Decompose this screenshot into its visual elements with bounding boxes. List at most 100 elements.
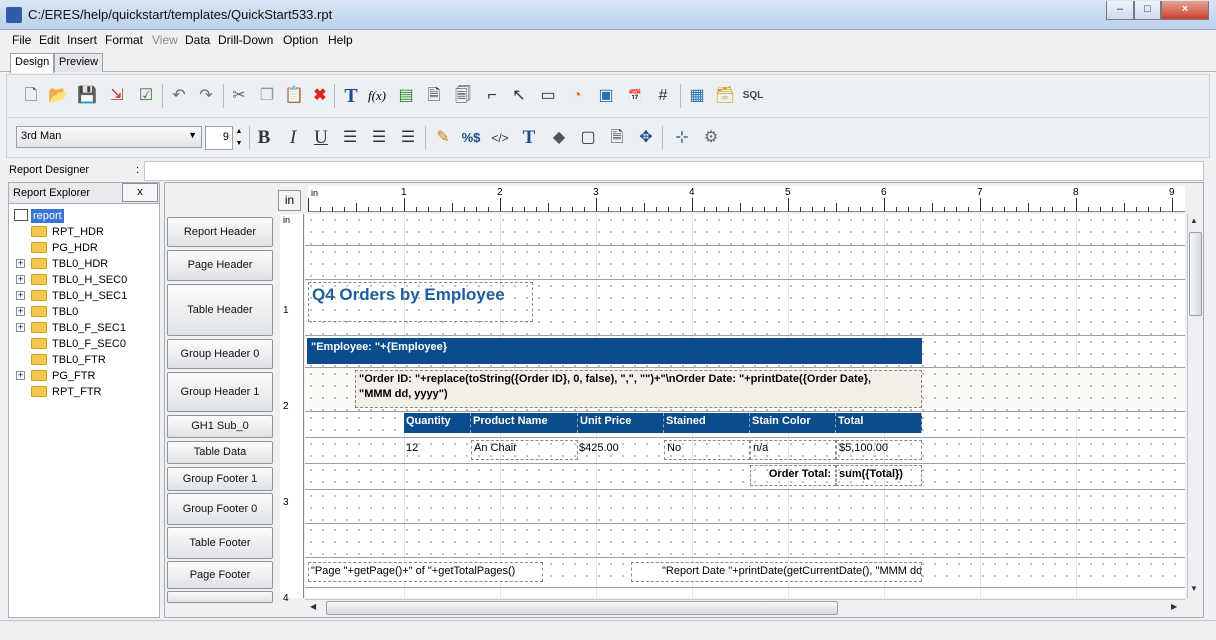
section-page-footer[interactable]: Page Footer bbox=[167, 561, 273, 589]
expand-icon[interactable]: + bbox=[16, 307, 25, 316]
explorer-close-button[interactable]: x bbox=[122, 183, 158, 202]
resize-icon[interactable]: ⊹ bbox=[671, 127, 693, 149]
report-designer-input[interactable] bbox=[144, 161, 1204, 181]
report-date-expression[interactable]: "Report Date "+printDate(getCurrentDate(… bbox=[631, 562, 922, 582]
settings-icon[interactable]: ⚙ bbox=[700, 127, 722, 149]
expand-icon[interactable]: + bbox=[16, 371, 25, 380]
tree-node-report[interactable]: report bbox=[31, 209, 64, 223]
cell-stain-color[interactable]: n/a bbox=[750, 440, 836, 460]
text-color-icon[interactable]: T bbox=[518, 127, 540, 149]
font-family-select[interactable]: 3rd Man ▼ bbox=[16, 126, 202, 148]
cell-stained[interactable]: No bbox=[664, 440, 750, 460]
html-format-icon[interactable]: </> bbox=[489, 127, 511, 149]
underline-icon[interactable]: U bbox=[310, 127, 332, 149]
section-page-header[interactable]: Page Header bbox=[167, 250, 273, 281]
insert-image-icon[interactable]: ▣ bbox=[595, 85, 617, 107]
section-gh1-sub-0[interactable]: GH1 Sub_0 bbox=[167, 415, 273, 438]
tree-node-tbl0-hdr[interactable]: TBL0_HDR bbox=[52, 257, 108, 271]
section-table-data[interactable]: Table Data bbox=[167, 441, 273, 464]
insert-subreport-icon[interactable]: 🗐 bbox=[452, 85, 474, 107]
insert-param-icon[interactable]: 🗎 bbox=[423, 85, 445, 107]
menu-option[interactable]: Option bbox=[283, 33, 318, 47]
column-header-stain-color[interactable]: Stain Color bbox=[750, 413, 836, 433]
number-format-icon[interactable]: %$ bbox=[460, 127, 482, 149]
properties-icon[interactable]: ☑ bbox=[135, 85, 157, 107]
border-style-icon[interactable]: 🗎 bbox=[606, 127, 628, 149]
tree-node-rpt-ftr[interactable]: RPT_FTR bbox=[52, 385, 102, 399]
tree-node-tbl0[interactable]: TBL0 bbox=[52, 305, 78, 319]
minimize-button[interactable]: – bbox=[1106, 1, 1134, 20]
delete-icon[interactable]: ✖ bbox=[309, 85, 331, 107]
tree-node-tbl0-f-sec1[interactable]: TBL0_F_SEC1 bbox=[52, 321, 126, 335]
cut-icon[interactable]: ✂ bbox=[228, 85, 250, 107]
insert-label-icon[interactable]: T bbox=[340, 85, 362, 107]
cell-product-name[interactable]: An Chair bbox=[471, 440, 578, 460]
section-report-footer[interactable] bbox=[167, 591, 273, 603]
scroll-up-icon[interactable]: ▲ bbox=[1190, 216, 1198, 225]
tree-node-tbl0-f-sec0[interactable]: TBL0_F_SEC0 bbox=[52, 337, 126, 351]
expand-icon[interactable]: + bbox=[16, 259, 25, 268]
menu-format[interactable]: Format bbox=[105, 33, 143, 47]
menu-edit[interactable]: Edit bbox=[39, 33, 60, 47]
redo-icon[interactable]: ↷ bbox=[195, 85, 217, 107]
cell-quantity[interactable]: 12 bbox=[406, 442, 470, 454]
fill-color-icon[interactable]: ◆ bbox=[548, 127, 570, 149]
select-arrow-icon[interactable]: ↖ bbox=[508, 85, 530, 107]
tree-node-tbl0-h-sec0[interactable]: TBL0_H_SEC0 bbox=[52, 273, 127, 287]
band-report-header[interactable] bbox=[305, 214, 1185, 246]
section-table-footer[interactable]: Table Footer bbox=[167, 527, 273, 559]
insert-line-icon[interactable]: ⌐ bbox=[481, 85, 503, 107]
order-expression-field[interactable]: "Order ID: "+replace(toString({Order ID}… bbox=[355, 370, 922, 408]
tab-preview[interactable]: Preview bbox=[54, 53, 104, 72]
menu-help[interactable]: Help bbox=[328, 33, 353, 47]
column-header-unit-price[interactable]: Unit Price bbox=[578, 413, 664, 433]
section-group-header-1[interactable]: Group Header 1 bbox=[167, 372, 273, 412]
tree-node-pg-ftr[interactable]: PG_FTR bbox=[52, 369, 95, 383]
undo-icon[interactable]: ↶ bbox=[168, 85, 190, 107]
vertical-scroll-thumb[interactable] bbox=[1189, 232, 1202, 316]
open-icon[interactable]: 📂 bbox=[47, 85, 69, 107]
maximize-button[interactable]: □ bbox=[1134, 1, 1161, 20]
insert-formula-icon[interactable]: f(x) bbox=[366, 85, 388, 107]
employee-group-field[interactable]: "Employee: "+{Employee} bbox=[307, 338, 922, 364]
band-group-footer-1[interactable] bbox=[305, 464, 1185, 490]
scroll-down-icon[interactable]: ▼ bbox=[1190, 584, 1198, 593]
menu-data[interactable]: Data bbox=[185, 33, 210, 47]
align-center-icon[interactable]: ☰ bbox=[368, 127, 390, 149]
scroll-right-icon[interactable]: ▶ bbox=[1171, 602, 1177, 611]
sql-icon[interactable]: SQL bbox=[742, 85, 764, 107]
copy-icon[interactable]: ❐ bbox=[256, 85, 278, 107]
close-button[interactable]: × bbox=[1161, 1, 1209, 20]
save-icon[interactable]: 💾 bbox=[76, 85, 98, 107]
section-group-footer-1[interactable]: Group Footer 1 bbox=[167, 467, 273, 491]
unit-toggle-button[interactable]: in bbox=[278, 190, 301, 211]
font-size-input[interactable]: 9 bbox=[205, 126, 233, 150]
align-right-icon[interactable]: ☰ bbox=[397, 127, 419, 149]
section-table-header[interactable]: Table Header bbox=[167, 284, 273, 336]
order-total-label[interactable]: Order Total: bbox=[750, 465, 836, 486]
vertical-scrollbar[interactable]: ▲ ▼ bbox=[1187, 214, 1203, 598]
column-header-product-name[interactable]: Product Name bbox=[471, 413, 578, 433]
band-page-header[interactable] bbox=[305, 246, 1185, 280]
menu-insert[interactable]: Insert bbox=[67, 33, 97, 47]
tree-node-tbl0-ftr[interactable]: TBL0_FTR bbox=[52, 353, 106, 367]
order-total-value[interactable]: sum({Total}) bbox=[836, 465, 922, 486]
bold-icon[interactable]: B bbox=[253, 127, 275, 149]
insert-page-number-icon[interactable]: # bbox=[652, 85, 674, 107]
tree-node-rpt-hdr[interactable]: RPT_HDR bbox=[52, 225, 104, 239]
band-table-footer[interactable] bbox=[305, 524, 1185, 558]
align-left-icon[interactable]: ☰ bbox=[339, 127, 361, 149]
cell-total[interactable]: $5,100.00 bbox=[836, 440, 922, 460]
insert-chart-icon[interactable]: ◔ bbox=[566, 85, 588, 107]
scroll-left-icon[interactable]: ◀ bbox=[310, 602, 316, 611]
cell-unit-price[interactable]: $425.00 bbox=[579, 442, 663, 454]
page-number-expression[interactable]: "Page "+getPage()+" of "+getTotalPages() bbox=[308, 562, 543, 582]
font-size-spinner[interactable]: ▲ ▼ bbox=[234, 126, 244, 150]
tree-node-pg-hdr[interactable]: PG_HDR bbox=[52, 241, 98, 255]
report-title-label[interactable]: Q4 Orders by Employee bbox=[308, 282, 533, 322]
edit-text-icon[interactable]: ✎ bbox=[432, 127, 454, 149]
export-icon[interactable]: ⇲ bbox=[106, 85, 128, 107]
move-icon[interactable]: ✥ bbox=[635, 127, 657, 149]
column-header-stained[interactable]: Stained bbox=[664, 413, 750, 433]
data-source-icon[interactable]: 🗃 bbox=[714, 85, 736, 107]
